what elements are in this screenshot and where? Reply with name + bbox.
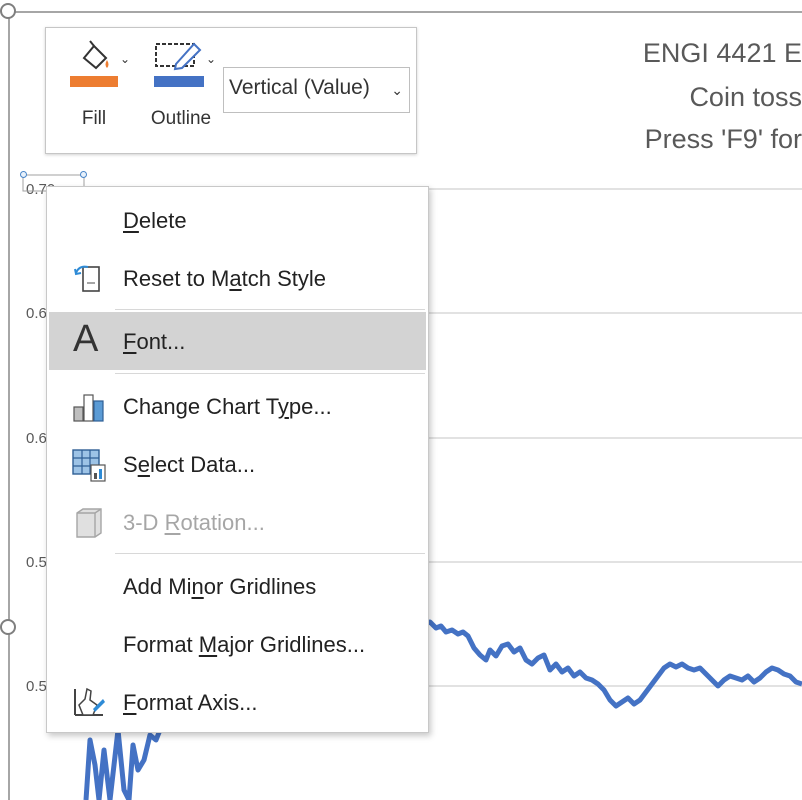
menu-item-add-minor-gridlines[interactable]: Add Minor Gridlines — [49, 557, 426, 615]
menu-item-label: Format Axis... — [123, 690, 258, 715]
outline-label: Outline — [150, 108, 212, 129]
pen-outline-icon — [155, 42, 202, 71]
menu-item-label: Font... — [123, 329, 186, 354]
chart-title-line-1: ENGI 4421 E — [642, 38, 802, 68]
outline-button[interactable]: ⌄ Outline — [146, 36, 222, 146]
menu-item-label: Change Chart Type... — [123, 394, 332, 419]
fill-button[interactable]: ⌄ Fill — [60, 36, 140, 146]
chart-title-line-2: Coin toss — [689, 82, 802, 112]
menu-item-label: Select Data... — [123, 452, 256, 477]
select-data-icon — [72, 449, 106, 482]
chart-resize-handle-top-left[interactable] — [0, 3, 16, 19]
change-chart-type-icon — [73, 394, 104, 422]
y-tick-label: 0.6 — [26, 305, 47, 322]
menu-item-label: Delete — [123, 208, 187, 233]
menu-item-3d-rotation[interactable]: 3-D Rotation... — [49, 493, 426, 551]
menu-item-font[interactable]: A Font... — [49, 312, 426, 370]
y-tick-label: 0.5 — [26, 554, 47, 571]
fill-label: Fill — [81, 108, 107, 129]
chart-title-line-3: Press 'F9' for — [644, 124, 802, 154]
menu-separator — [115, 309, 425, 310]
chevron-down-icon[interactable]: ⌄ — [391, 82, 403, 99]
menu-item-label: Format Major Gridlines... — [123, 632, 366, 657]
fill-color-swatch — [70, 76, 118, 87]
menu-item-format-major-gridlines[interactable]: Format Major Gridlines... — [49, 615, 426, 673]
menu-item-select-data[interactable]: Select Data... — [49, 435, 426, 493]
menu-item-change-chart-type[interactable]: Change Chart Type... — [49, 377, 426, 435]
format-axis-icon — [74, 687, 105, 716]
menu-item-label: Add Minor Gridlines — [123, 574, 317, 599]
menu-item-reset-to-match-style[interactable]: Reset to Match Style — [49, 249, 426, 307]
fill-dropdown-chevron-icon[interactable]: ⌄ — [120, 52, 130, 66]
chart-element-select[interactable]: Vertical (Value) ⌄ — [223, 67, 410, 113]
reset-style-icon — [74, 265, 100, 292]
chart-border-left — [8, 11, 10, 800]
axis-handle-left[interactable] — [20, 171, 27, 178]
axis-handle-right[interactable] — [80, 171, 87, 178]
chart-resize-handle-left[interactable] — [0, 619, 16, 635]
font-icon: A — [73, 318, 99, 360]
menu-item-label: Reset to Match Style — [123, 266, 326, 291]
menu-separator — [115, 373, 425, 374]
y-tick-label: 0.5 — [26, 678, 47, 695]
outline-color-swatch — [154, 76, 204, 87]
mini-format-toolbar: ⌄ Fill ⌄ Outline Vertical (Value) ⌄ — [45, 27, 417, 154]
menu-item-label: 3-D Rotation... — [123, 510, 265, 535]
menu-item-delete[interactable]: Delete — [49, 191, 426, 249]
chart-element-select-value: Vertical (Value) — [229, 76, 370, 99]
chart-border-top — [8, 11, 802, 13]
menu-item-format-axis[interactable]: Format Axis... — [49, 673, 426, 731]
menu-separator — [115, 553, 425, 554]
paint-bucket-icon — [82, 40, 109, 70]
3d-rotation-icon — [76, 508, 102, 538]
outline-dropdown-chevron-icon[interactable]: ⌄ — [206, 52, 216, 66]
y-tick-label: 0.6 — [26, 430, 47, 447]
context-menu: Delete Reset to Match Style A Font... Ch… — [46, 186, 429, 733]
